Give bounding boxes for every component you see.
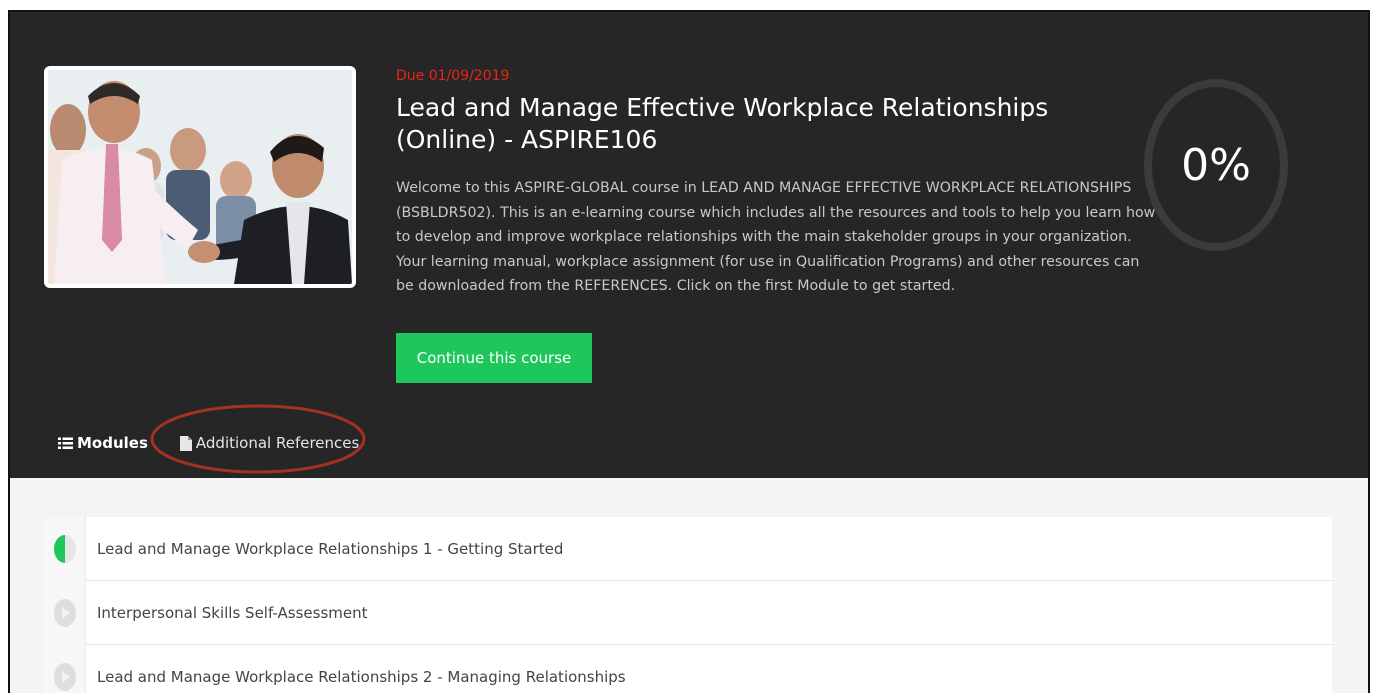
module-item-label: Lead and Manage Workplace Relationships … xyxy=(97,539,564,558)
module-item[interactable]: Lead and Manage Workplace Relationships … xyxy=(44,516,1332,581)
play-circle-icon xyxy=(44,580,86,645)
half-circle-progress-icon xyxy=(44,516,86,581)
module-item-label: Lead and Manage Workplace Relationships … xyxy=(97,667,626,686)
course-description: Welcome to this ASPIRE-GLOBAL course in … xyxy=(396,180,1156,294)
course-thumbnail xyxy=(44,66,356,288)
course-title: Lead and Manage Effective Workplace Rela… xyxy=(396,93,1049,154)
progress-indicator: 0% xyxy=(1143,78,1289,252)
list-icon xyxy=(58,437,73,450)
continue-course-button[interactable]: Continue this course xyxy=(396,333,592,383)
progress-percent: 0% xyxy=(1181,139,1251,191)
play-circle-icon xyxy=(44,644,86,693)
handshake-photo-illustration xyxy=(48,70,352,284)
annotation-ellipse xyxy=(150,404,366,474)
module-item[interactable]: Interpersonal Skills Self-Assessment xyxy=(44,580,1332,645)
module-item[interactable]: Lead and Manage Workplace Relationships … xyxy=(44,644,1332,693)
module-item-label: Interpersonal Skills Self-Assessment xyxy=(97,603,368,622)
course-page: Due 01/09/2019 Lead and Manage Effective… xyxy=(8,10,1370,693)
tab-modules[interactable]: Modules xyxy=(58,434,148,452)
course-hero: Due 01/09/2019 Lead and Manage Effective… xyxy=(10,12,1368,478)
module-list: Lead and Manage Workplace Relationships … xyxy=(44,516,1332,693)
due-date: Due 01/09/2019 xyxy=(396,68,510,84)
tab-modules-label: Modules xyxy=(77,434,148,452)
